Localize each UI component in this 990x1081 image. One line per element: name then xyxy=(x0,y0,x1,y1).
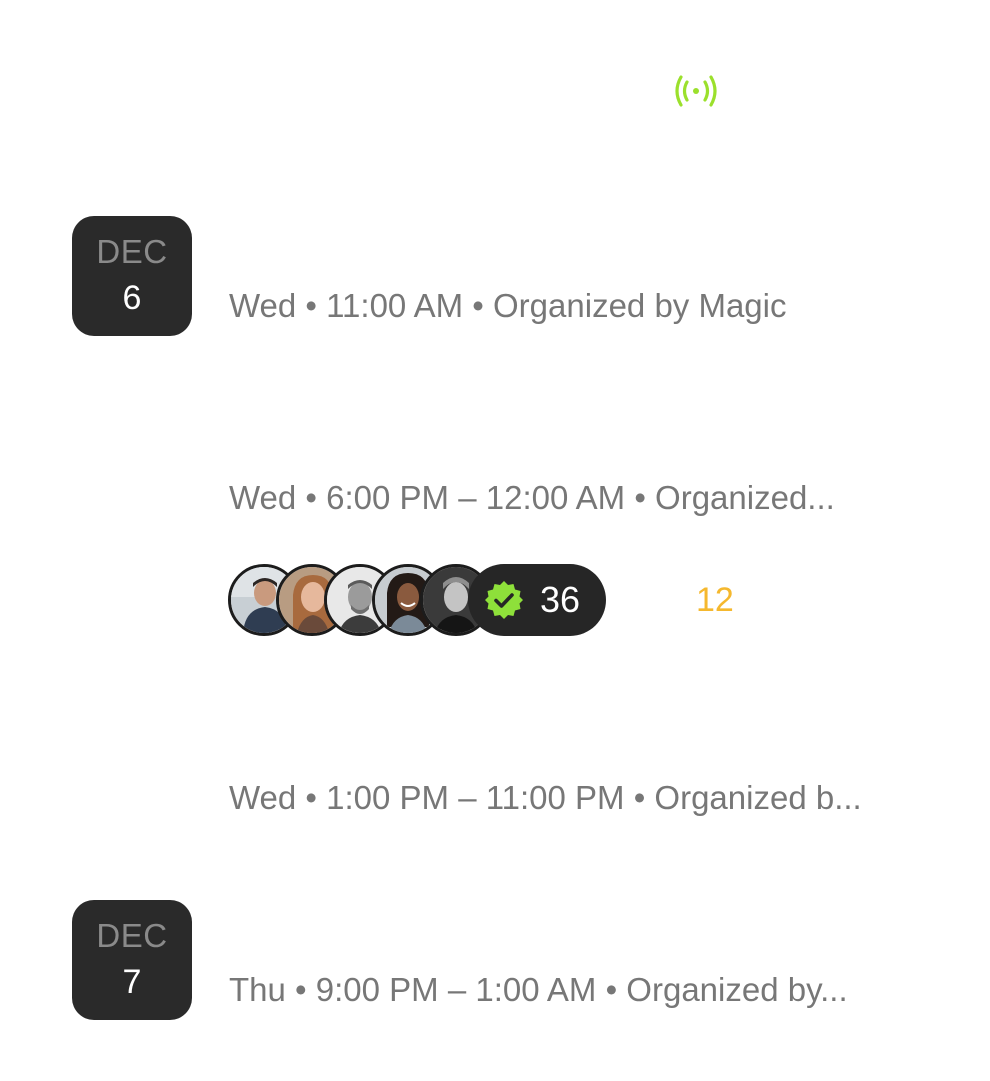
verified-check-icon xyxy=(485,581,523,619)
date-badge-dec-7[interactable]: DEC 7 xyxy=(72,900,192,1020)
date-badge-month: DEC xyxy=(96,233,168,270)
date-badge-day: 6 xyxy=(122,279,142,317)
date-badge-dec-6[interactable]: DEC 6 xyxy=(72,216,192,336)
attendee-stack[interactable]: 36 xyxy=(228,564,608,636)
date-badge-month: DEC xyxy=(96,917,168,954)
event-meta-4[interactable]: Thu • 9:00 PM – 1:00 AM • Organized by..… xyxy=(229,970,848,1010)
side-count: 12 xyxy=(696,581,734,619)
broadcast-icon xyxy=(672,72,720,110)
going-count: 36 xyxy=(540,579,581,620)
date-badge-day: 7 xyxy=(122,963,142,1001)
event-meta-1[interactable]: Wed • 11:00 AM • Organized by Magic xyxy=(229,286,787,326)
going-count-pill[interactable]: 36 xyxy=(468,564,606,636)
event-meta-2[interactable]: Wed • 6:00 PM – 12:00 AM • Organized... xyxy=(229,478,835,518)
event-meta-3[interactable]: Wed • 1:00 PM – 11:00 PM • Organized b..… xyxy=(229,778,862,818)
